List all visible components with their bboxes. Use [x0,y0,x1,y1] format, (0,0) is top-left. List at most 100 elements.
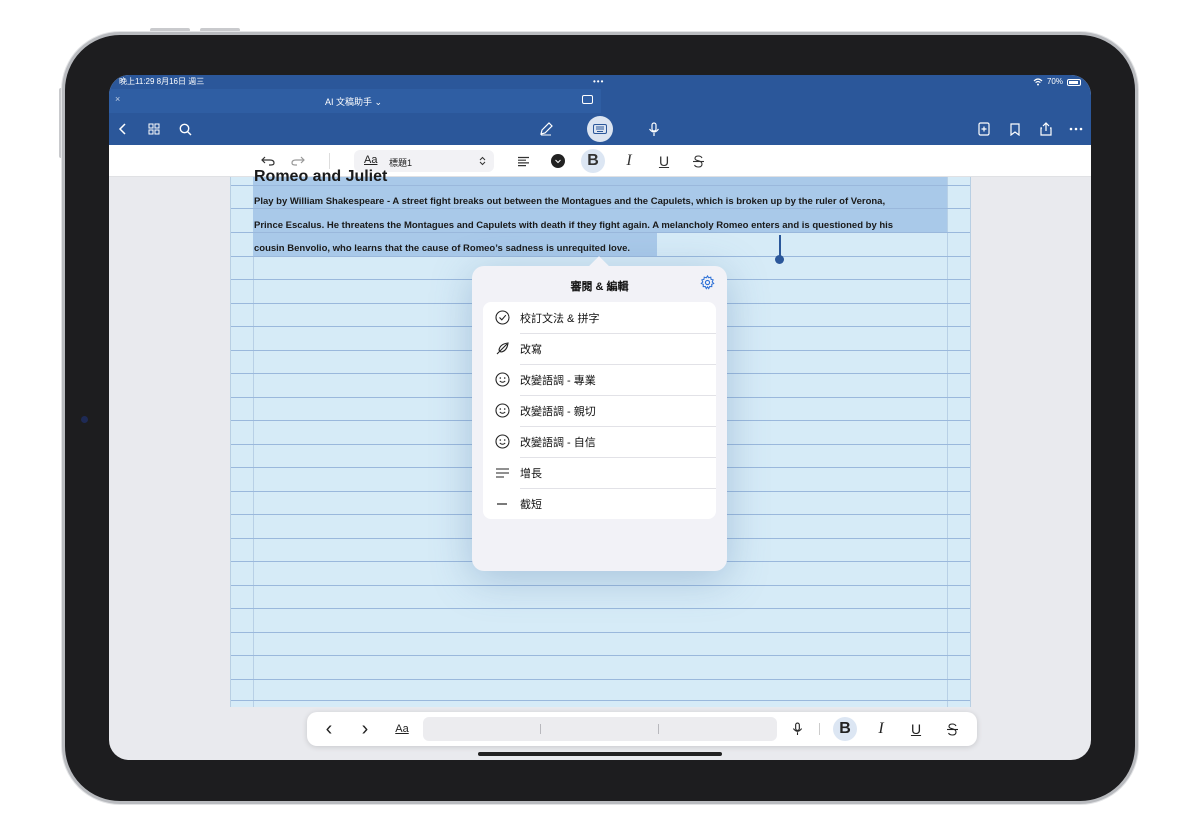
align-button[interactable] [514,145,532,177]
rewrite-item[interactable]: 改寫 [483,333,716,364]
status-bar: 晚上11:29 8月16日 週三 ••• 70% [109,75,1091,89]
divider [329,153,330,169]
color-swatch-icon [551,154,565,168]
bold-button[interactable]: B [581,149,605,173]
divider [540,724,541,734]
selection-caret [779,235,781,257]
dash-icon [488,488,516,519]
wifi-icon [1033,78,1043,86]
new-document-button[interactable] [975,113,993,145]
keyboard-button[interactable] [587,116,613,142]
lines-icon [488,457,516,488]
italic-button[interactable]: I [620,145,638,177]
document-title[interactable]: Romeo and Juliet [254,168,387,186]
share-button[interactable] [1037,113,1055,145]
app-toolbar [109,113,1091,145]
close-tab-button[interactable]: × [115,94,120,104]
previous-button[interactable]: ‹ [321,712,337,746]
bookmark-button[interactable] [1006,113,1024,145]
dictate-button[interactable] [644,113,664,145]
microphone-icon [649,121,659,136]
share-icon [1040,122,1052,136]
dictate-button[interactable] [789,712,805,746]
smiley-icon [488,395,516,426]
next-button[interactable]: › [357,712,373,746]
settings-button[interactable] [700,274,715,295]
underline-button[interactable]: U [655,145,673,177]
bold-button[interactable]: B [833,717,857,741]
front-camera [81,416,88,423]
text-style-button[interactable]: Aa [392,712,412,746]
item-label: 校訂文法 & 拼字 [520,312,600,325]
keyboard-shortcut-bar: ‹ › Aa B I U [307,712,977,746]
tone-professional-item[interactable]: 改變語調 - 專業 [483,364,716,395]
smiley-icon [488,426,516,457]
font-color-button[interactable] [549,145,567,177]
home-indicator[interactable] [478,752,722,756]
align-left-icon [517,156,529,166]
tab-title[interactable]: AI 文稿助手 ⌄ [325,95,382,108]
divider [819,723,820,735]
tone-friendly-item[interactable]: 改變語調 - 親切 [483,395,716,426]
new-doc-icon [978,122,990,136]
paragraph-line[interactable]: Play by William Shakespeare - A street f… [254,196,885,207]
keyboard-icon [593,124,607,134]
shorten-item[interactable]: 截短 [483,488,716,519]
multitask-dots[interactable]: ••• [593,75,604,89]
item-label: 改變語調 - 親切 [520,405,596,418]
underline-button[interactable]: U [907,712,925,746]
undo-icon [261,156,275,166]
ruled-line [231,232,970,233]
strikethrough-icon [946,722,958,736]
more-button[interactable] [1067,113,1085,145]
grid-button[interactable] [145,113,163,145]
popover-title: 審閱 & 編輯 [570,281,629,293]
item-label: 增長 [520,467,542,480]
divider [658,724,659,734]
document-tab[interactable]: × AI 文稿助手 ⌄ [109,89,601,113]
ellipsis-icon [1069,127,1083,131]
battery-icon [1067,78,1081,86]
screen: 晚上11:29 8月16日 週三 ••• 70% × AI 文稿助手 ⌄ Aa … [109,75,1091,760]
item-label: 改寫 [520,343,542,356]
ruled-line [231,632,970,633]
action-list: 校訂文法 & 拼字 改寫 改變語調 - 專業 改變語調 - 親切 改變語調 - … [483,302,716,519]
strikethrough-button[interactable] [943,712,961,746]
pen-icon [540,122,553,136]
tone-confident-item[interactable]: 改變語調 - 自信 [483,426,716,457]
suggestion-field[interactable] [423,717,777,741]
back-button[interactable] [115,113,131,145]
selection-handle[interactable] [775,255,784,264]
item-label: 改變語調 - 專業 [520,374,596,387]
ruled-line [231,208,970,209]
search-button[interactable] [176,113,194,145]
item-label: 截短 [520,498,542,511]
smiley-icon [488,364,516,395]
strikethrough-button[interactable] [689,145,707,177]
ruled-line [231,608,970,609]
feather-icon [488,333,516,364]
italic-button[interactable]: I [872,712,890,746]
checkmark-circle-icon [488,302,516,333]
review-edit-popover: 審閱 & 編輯 校訂文法 & 拼字 改寫 改變語調 - 專業 改變語調 - 親切 [472,256,727,571]
proofread-item[interactable]: 校訂文法 & 拼字 [483,302,716,333]
status-time: 晚上11:29 8月16日 週三 [119,77,205,86]
ruled-line [231,700,970,701]
item-label: 改變語調 - 自信 [520,436,596,449]
split-view-icon[interactable] [582,95,593,104]
microphone-icon [792,722,802,735]
tab-bar: × AI 文稿助手 ⌄ [109,89,1091,113]
ruled-line [231,679,970,680]
draw-button[interactable] [536,113,556,145]
paragraph-line[interactable]: cousin Benvolio, who learns that the cau… [254,243,630,254]
bookmark-icon [1010,122,1020,136]
style-sample: Aa [364,154,378,166]
lengthen-item[interactable]: 增長 [483,457,716,488]
ruled-line [231,585,970,586]
paragraph-line[interactable]: Prince Escalus. He threatens the Montagu… [254,220,893,231]
redo-icon [291,156,305,166]
battery-percent: 70% [1046,77,1063,86]
style-name: 標題1 [389,158,413,168]
grid-icon [148,123,160,135]
search-icon [179,123,191,135]
